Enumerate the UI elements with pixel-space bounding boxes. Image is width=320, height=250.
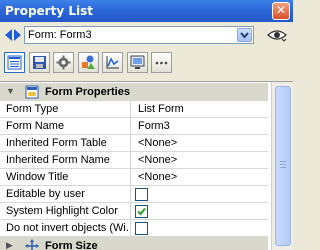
- gear-icon: [56, 55, 71, 70]
- property-name: Inherited Form Name: [0, 152, 131, 168]
- property-row-do-not-invert-objects[interactable]: Do not invert objects (Wi...: [0, 220, 268, 237]
- property-row-window-title[interactable]: Window Title <None>: [0, 169, 268, 186]
- title-bar[interactable]: Property List ✕: [0, 0, 293, 22]
- form-selector-value: Form: Form3: [28, 29, 92, 41]
- vertical-scrollbar[interactable]: [271, 82, 293, 250]
- more-toolbar-button[interactable]: [151, 52, 172, 73]
- close-button[interactable]: ✕: [272, 2, 290, 20]
- property-list-icon: [7, 55, 22, 70]
- section-form-properties[interactable]: ▼ Form Properties: [0, 83, 268, 101]
- section-form-size[interactable]: ▶ Form Size: [0, 237, 268, 250]
- objects-toolbar-button[interactable]: [78, 52, 99, 73]
- property-name: Do not invert objects (Wi...: [0, 220, 131, 236]
- scrollbar-grip: [280, 167, 286, 168]
- close-icon: ✕: [275, 3, 287, 17]
- form-properties-icon: [25, 85, 39, 99]
- more-dots-icon: [155, 61, 168, 65]
- property-value[interactable]: Form3: [138, 118, 170, 134]
- scrollbar-grip: [280, 161, 286, 162]
- property-row-form-type[interactable]: Form Type List Form: [0, 101, 268, 118]
- property-value[interactable]: <None>: [138, 152, 177, 168]
- chevron-down-icon: [240, 32, 249, 39]
- property-list-button[interactable]: [4, 52, 25, 73]
- property-toolbar: [0, 49, 293, 76]
- display-toolbar-button[interactable]: [127, 52, 148, 73]
- window-title: Property List: [5, 4, 93, 18]
- property-row-form-name[interactable]: Form Name Form3: [0, 118, 268, 135]
- eye-icon[interactable]: [267, 28, 287, 42]
- property-row-inherited-form-table[interactable]: Inherited Form Table <None>: [0, 135, 268, 152]
- property-name: Window Title: [0, 169, 131, 185]
- property-grid: ▼ Form Properties Form Type List Form Fo…: [0, 81, 293, 250]
- property-value[interactable]: <None>: [138, 169, 177, 185]
- dropdown-button[interactable]: [237, 28, 252, 42]
- save-toolbar-button[interactable]: [29, 52, 50, 73]
- property-name: Inherited Form Table: [0, 135, 131, 151]
- checkmark-icon: [137, 207, 146, 216]
- monitor-icon: [130, 55, 145, 69]
- settings-toolbar-button[interactable]: [53, 52, 74, 73]
- system-highlight-color-checkbox[interactable]: [135, 205, 148, 218]
- property-name: Form Type: [0, 101, 131, 117]
- property-name: System Highlight Color: [0, 203, 131, 219]
- do-not-invert-objects-checkbox[interactable]: [135, 222, 148, 235]
- scrollbar-grip: [280, 164, 286, 165]
- form-selector-combo[interactable]: Form: Form3: [24, 26, 254, 44]
- section-label: Form Properties: [45, 86, 130, 98]
- resize-arrows-icon: [25, 239, 39, 250]
- editable-by-user-checkbox[interactable]: [135, 188, 148, 201]
- collapse-arrow-icon[interactable]: ▼: [6, 86, 15, 96]
- scrollbar-thumb[interactable]: [275, 86, 291, 246]
- property-value[interactable]: <None>: [138, 135, 177, 151]
- property-row-system-highlight-color[interactable]: System Highlight Color: [0, 203, 268, 220]
- back-forward-arrows-icon[interactable]: [4, 28, 22, 42]
- property-row-editable-by-user[interactable]: Editable by user: [0, 186, 268, 203]
- floppy-disk-icon: [33, 56, 46, 69]
- line-chart-icon: [106, 56, 119, 69]
- property-row-inherited-form-name[interactable]: Inherited Form Name <None>: [0, 152, 268, 169]
- property-name: Form Name: [0, 118, 131, 134]
- property-name: Editable by user: [0, 186, 131, 202]
- chart-toolbar-button[interactable]: [102, 52, 123, 73]
- object-selector-row: Form: Form3: [0, 23, 293, 47]
- shapes-icon: [82, 55, 95, 69]
- property-value[interactable]: List Form: [138, 101, 184, 117]
